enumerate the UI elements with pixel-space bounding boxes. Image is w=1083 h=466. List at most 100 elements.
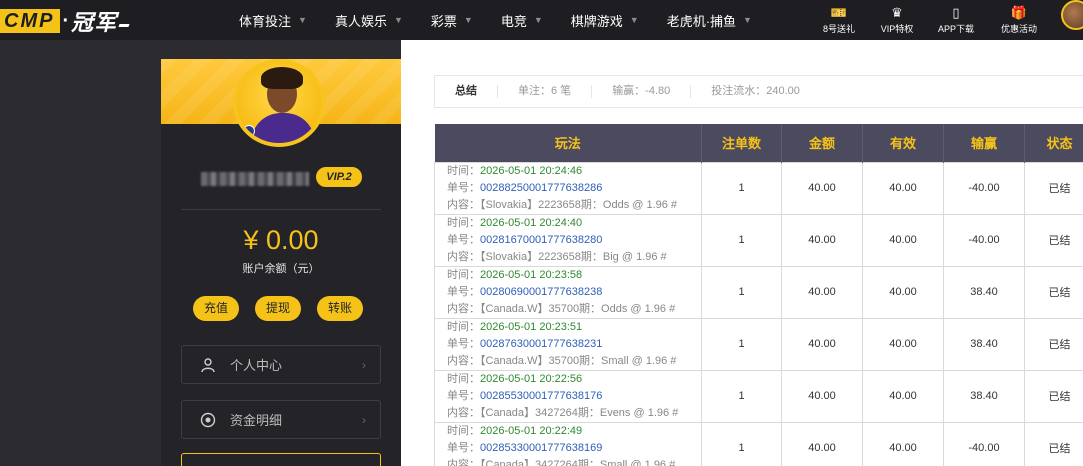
bet-order-number[interactable]: 00288250001777638286: [480, 182, 602, 194]
summary-bar: 总结 单注：6 笔 输赢：-4.80 投注流水：240.00: [434, 75, 1083, 108]
bet-valid-cell: 40.00: [862, 161, 944, 215]
logo-dash: [118, 23, 130, 27]
logo-cmp-text: CMP: [0, 9, 61, 33]
nav-slots-fishing[interactable]: 老虎机·捕鱼 ▼: [653, 0, 766, 40]
nav-sports[interactable]: 体育投注 ▼: [225, 0, 321, 40]
bet-time-line: 时间：2026-05-01 20:23:58: [447, 267, 701, 284]
bet-order-number[interactable]: 00281670001777638280: [480, 234, 602, 246]
content-label: 内容：: [447, 198, 480, 211]
bet-records-table: 玩法 注单数 金额 有效 输赢 状态 时间：2026-05-01 20:24:4…: [434, 124, 1083, 466]
quick-link-promos[interactable]: 🎁 优惠活动: [996, 0, 1042, 40]
bet-count-cell: 1: [701, 369, 782, 423]
nav-label: 体育投注: [239, 13, 292, 29]
bet-order-number[interactable]: 00285330001777638169: [480, 442, 602, 454]
nav-label: 真人娱乐: [334, 13, 387, 29]
bet-order-line: 单号：00280690001777638238: [447, 284, 701, 301]
avatar-badge: [243, 125, 255, 137]
summary-bet-count: 单注：6 笔: [497, 85, 591, 98]
sidebar-item-label: 个人中心: [230, 358, 283, 373]
quick-link-app[interactable]: ▯ APP下载: [934, 0, 978, 40]
bet-content-line: 内容：【Canada】3427264期：Small @ 1.96 #: [447, 457, 701, 466]
gift-box-icon: 🎁: [1010, 5, 1028, 20]
quick-link-vip[interactable]: ♛ VIP特权: [875, 0, 919, 40]
table-row[interactable]: 时间：2026-05-01 20:23:51 单号：002876300017776…: [434, 317, 1083, 371]
bet-count-cell: 1: [701, 317, 782, 371]
nav-label: 彩票: [430, 13, 457, 29]
balance-label: 账户余额（元）: [242, 263, 320, 275]
content-label: 内容：: [447, 250, 480, 263]
bet-time-line: 时间：2026-05-01 20:24:40: [447, 215, 701, 232]
deposit-button[interactable]: 充值: [193, 296, 239, 321]
bet-info-cell: 时间：2026-05-01 20:23:58 单号：002806900017776…: [434, 265, 702, 319]
sidebar-item-active[interactable]: [181, 453, 381, 466]
nav-esports[interactable]: 电竞 ▼: [487, 0, 557, 40]
bet-status-cell: 已结: [1024, 265, 1083, 319]
column-header-amount: 金额: [781, 124, 863, 162]
logo-separator: ·: [62, 9, 70, 32]
bet-order-number[interactable]: 00280690001777638238: [480, 286, 602, 298]
user-icon: [200, 357, 216, 373]
summary-title: 总结: [455, 85, 477, 97]
nav-label: 电竞: [500, 13, 527, 29]
vip-badge: VIP.2: [316, 167, 362, 187]
column-header-win-loss: 输赢: [943, 124, 1025, 162]
table-header-row: 玩法 注单数 金额 有效 输赢 状态: [434, 124, 1083, 162]
column-header-play: 玩法: [434, 124, 702, 162]
bet-valid-cell: 40.00: [862, 265, 944, 319]
sidebar-item-personal-center[interactable]: 个人中心 ›: [181, 345, 381, 384]
bet-amount-cell: 40.00: [781, 265, 863, 319]
bet-order-number[interactable]: 00285530001777638176: [480, 390, 602, 402]
summary-win-loss: 输赢：-4.80: [591, 85, 690, 98]
bet-time: 2026-05-01 20:23:51: [480, 320, 583, 333]
avatar[interactable]: [1061, 0, 1083, 30]
time-label: 时间：: [447, 164, 480, 177]
chevron-down-icon: ▼: [393, 15, 403, 25]
bet-order-number[interactable]: 00287630001777638231: [480, 338, 602, 350]
order-label: 单号：: [447, 233, 480, 246]
bet-status-cell: 已结: [1024, 213, 1083, 267]
bet-valid-cell: 40.00: [862, 317, 944, 371]
table-row[interactable]: 时间：2026-05-01 20:23:58 单号：002806900017776…: [434, 265, 1083, 319]
bet-status-cell: 已结: [1024, 369, 1083, 423]
bet-content: 【Canada.W】35700期：Odds @ 1.96 #: [480, 302, 676, 315]
bet-amount-cell: 40.00: [781, 161, 863, 215]
order-label: 单号：: [447, 389, 480, 402]
bet-time: 2026-05-01 20:22:56: [480, 372, 583, 385]
withdraw-button[interactable]: 提现: [255, 296, 301, 321]
column-header-count: 注单数: [701, 124, 782, 162]
table-row[interactable]: 时间：2026-05-01 20:24:46 单号：002882500017776…: [434, 161, 1083, 215]
nav-lottery[interactable]: 彩票 ▼: [417, 0, 487, 40]
funds-icon: [200, 412, 216, 428]
table-body: 时间：2026-05-01 20:24:46 单号：002882500017776…: [434, 161, 1083, 466]
bet-result-cell: 38.40: [943, 317, 1025, 371]
quick-link-label: APP下载: [937, 24, 974, 34]
sidebar-item-funds-detail[interactable]: 资金明细 ›: [181, 400, 381, 439]
time-label: 时间：: [447, 268, 480, 281]
bet-content: 【Canada.W】35700期：Small @ 1.96 #: [480, 354, 677, 367]
bet-info-cell: 时间：2026-05-01 20:24:46 单号：002882500017776…: [434, 161, 702, 215]
table-row[interactable]: 时间：2026-05-01 20:22:56 单号：002855300017776…: [434, 369, 1083, 423]
brand-logo[interactable]: CMP · 冠军: [0, 7, 130, 35]
bet-status-cell: 已结: [1024, 317, 1083, 371]
chevron-right-icon: ›: [362, 357, 366, 372]
bet-order-line: 单号：00285330001777638169: [447, 440, 701, 457]
nav-card-games[interactable]: 棋牌游戏 ▼: [557, 0, 653, 40]
profile-panel: VIP.2 ¥ 0.00 账户余额（元） 充值 提现 转账 个人中心 › 资金明…: [161, 59, 401, 466]
content-label: 内容：: [447, 302, 480, 315]
chevron-right-icon: ›: [362, 412, 366, 427]
bet-amount-cell: 40.00: [781, 421, 863, 466]
table-row[interactable]: 时间：2026-05-01 20:24:40 单号：002816700017776…: [434, 213, 1083, 267]
gift-ticket-icon: 🎫: [830, 5, 848, 20]
chevron-down-icon: ▼: [298, 15, 307, 25]
order-label: 单号：: [447, 285, 480, 298]
content-label: 内容：: [447, 458, 480, 466]
nav-live-casino[interactable]: 真人娱乐 ▼: [321, 0, 417, 40]
bet-info-cell: 时间：2026-05-01 20:24:40 单号：002816700017776…: [434, 213, 702, 267]
bet-order-line: 单号：00285530001777638176: [447, 388, 701, 405]
quick-link-label: 8号送礼: [822, 24, 855, 34]
chevron-down-icon: ▼: [463, 15, 473, 25]
bet-amount-cell: 40.00: [781, 317, 863, 371]
transfer-button[interactable]: 转账: [317, 296, 363, 321]
quick-link-gift[interactable]: 🎫 8号送礼: [817, 0, 861, 40]
table-row[interactable]: 时间：2026-05-01 20:22:49 单号：002853300017776…: [434, 421, 1083, 466]
